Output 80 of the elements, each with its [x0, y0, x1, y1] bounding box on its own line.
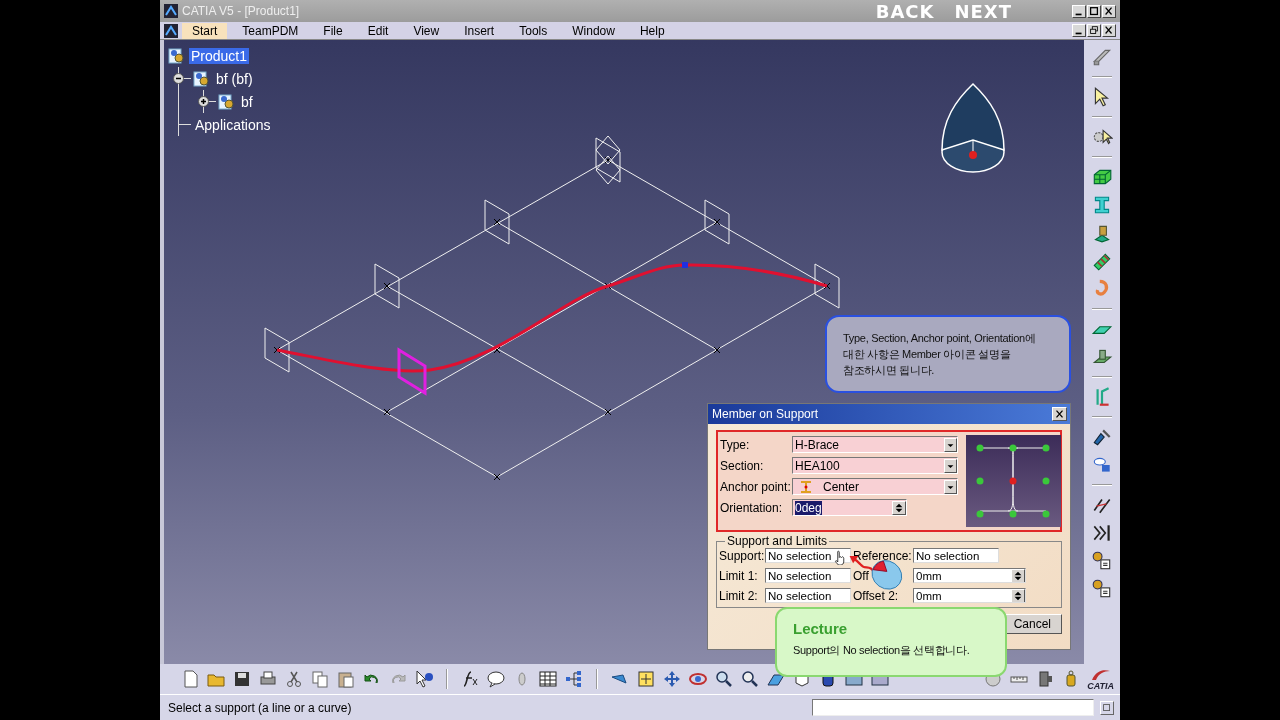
menu-item[interactable]: Tools [509, 22, 558, 39]
spin-buttons[interactable] [1011, 569, 1025, 582]
group-title: Support and Limits [726, 534, 829, 548]
lecture-text: Support의 No selection을 선택합니다. [793, 643, 971, 658]
zoom-in-icon[interactable] [714, 669, 734, 689]
control-point [682, 262, 688, 268]
field-label: Section: [720, 457, 765, 474]
expand-icon[interactable] [198, 96, 209, 107]
copy-icon[interactable] [310, 669, 330, 689]
tree-item[interactable]: Applications [193, 116, 273, 133]
menu-item[interactable]: Edit [357, 22, 399, 39]
tree-item[interactable]: bf (bf) [214, 70, 255, 87]
paste-icon[interactable] [336, 669, 356, 689]
field-label: Offset 2: [853, 588, 900, 603]
spinner-field[interactable]: 0deg [792, 499, 907, 516]
selected-plane [397, 347, 427, 396]
product-icon [168, 46, 186, 65]
field-label: Orientation: [720, 499, 784, 516]
restore-button[interactable] [1087, 24, 1101, 37]
dropdown-field[interactable]: Center [792, 478, 958, 495]
help-cursor-icon[interactable] [414, 669, 434, 689]
part-icon [193, 69, 211, 88]
field-label: Support: [719, 548, 765, 563]
field-label: Anchor point: [720, 478, 792, 495]
status-message: Select a support (a line or a curve) [168, 700, 353, 715]
field-label: Off [853, 568, 870, 583]
menu-item[interactable]: File [313, 22, 353, 39]
minimize-button[interactable] [1072, 4, 1086, 18]
gear-arrow-icon[interactable] [1091, 126, 1113, 148]
offset-field[interactable]: 0mm [913, 568, 1026, 583]
catalog-icon[interactable] [1091, 578, 1113, 600]
cut-icon[interactable] [284, 669, 304, 689]
tree-diagram-icon[interactable] [564, 669, 584, 689]
collapse-icon[interactable] [173, 73, 184, 84]
app-icon [164, 4, 178, 18]
logo-text: CATIA [1087, 681, 1114, 691]
maximize-button[interactable] [1087, 4, 1101, 18]
tree-item[interactable]: bf [239, 93, 255, 110]
selection-field[interactable]: No selection [765, 568, 851, 583]
window-title: CATIA V5 - [Product1] [182, 4, 301, 18]
menu-item[interactable]: Start [182, 22, 228, 39]
pan-icon[interactable] [662, 669, 682, 689]
spin-buttons[interactable] [892, 500, 906, 515]
menu-item[interactable]: TeamPDM [232, 22, 309, 39]
close-button[interactable] [1052, 407, 1067, 421]
note-text: Type, Section, Anchor point, Orientation에 대한 사항은 Member 아이콘 설명을 참조하시면 됩니다. [843, 331, 1036, 378]
dialog-title: Member on Support [712, 407, 820, 421]
command-field[interactable] [812, 699, 1094, 716]
dropdown-field[interactable]: HEA100 [792, 457, 958, 474]
table-icon[interactable] [538, 669, 558, 689]
tree-item[interactable]: Product1 [189, 47, 250, 64]
spin-buttons[interactable] [1011, 589, 1025, 602]
hand-cursor-icon [834, 550, 846, 565]
menu-item[interactable]: Window [562, 22, 625, 39]
i-beam-icon [799, 479, 813, 494]
minimize-button[interactable] [1072, 24, 1086, 37]
close-button[interactable] [1102, 24, 1116, 37]
part-icon [218, 92, 236, 111]
field-label: Limit 1: [719, 568, 759, 583]
selection-field[interactable]: No selection [765, 588, 851, 603]
power-input-button[interactable] [1100, 700, 1114, 715]
zoom-out-icon[interactable] [740, 669, 760, 689]
menu-item[interactable]: View [403, 22, 450, 39]
catalog-icon[interactable] [1091, 550, 1113, 572]
close-button[interactable] [1102, 4, 1116, 18]
menu-item[interactable]: Insert [454, 22, 505, 39]
lecture-title: Lecture [793, 620, 849, 637]
field-label: Limit 2: [719, 588, 759, 603]
field-label: Reference: [853, 548, 913, 563]
speech-bubble-icon[interactable] [486, 669, 506, 689]
offset-field[interactable]: 0mm [913, 588, 1026, 603]
selection-field[interactable]: No selection [913, 548, 999, 563]
fit-all-icon[interactable] [636, 669, 656, 689]
selection-field[interactable]: No selection [765, 548, 851, 563]
skip-end-icon[interactable] [1091, 522, 1113, 544]
menu-item[interactable]: Help [629, 22, 675, 39]
field-label: Type: [720, 436, 751, 453]
dropdown-field[interactable]: H-Brace [792, 436, 958, 453]
save-icon[interactable] [232, 669, 252, 689]
document-icon[interactable] [164, 23, 178, 38]
